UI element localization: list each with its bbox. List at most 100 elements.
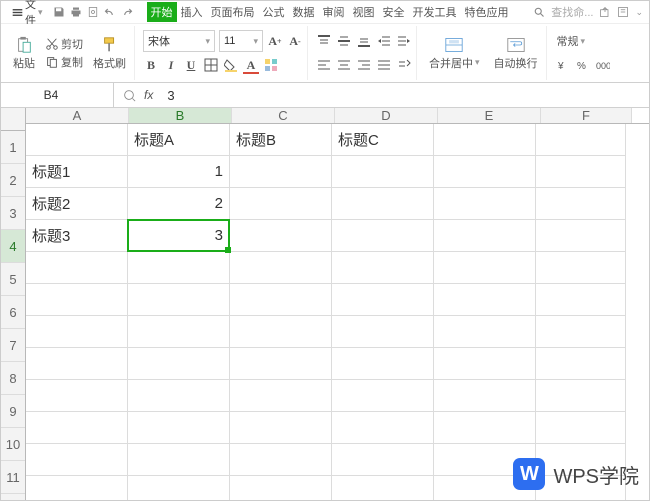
cut-button[interactable]: 剪切 bbox=[43, 36, 85, 52]
cell-D12[interactable] bbox=[332, 476, 434, 500]
bold-button[interactable]: B bbox=[143, 57, 159, 73]
cell-reference-input[interactable] bbox=[19, 87, 83, 103]
cell-B5[interactable] bbox=[128, 252, 230, 284]
cell-E6[interactable] bbox=[434, 284, 536, 316]
decrease-font-button[interactable]: A- bbox=[287, 33, 303, 49]
cell-C12[interactable] bbox=[230, 476, 332, 500]
cell-E5[interactable] bbox=[434, 252, 536, 284]
cell-B6[interactable] bbox=[128, 284, 230, 316]
font-size-select[interactable]: 11▾ bbox=[219, 30, 263, 52]
row-header-7[interactable]: 7 bbox=[1, 329, 25, 362]
cell-F9[interactable] bbox=[536, 380, 626, 412]
cell-E10[interactable] bbox=[434, 412, 536, 444]
chevron-down-icon[interactable]: ⌄ bbox=[635, 7, 643, 18]
cell-D9[interactable] bbox=[332, 380, 434, 412]
cell-D6[interactable] bbox=[332, 284, 434, 316]
tab-公式[interactable]: 公式 bbox=[259, 2, 289, 22]
row-header-3[interactable]: 3 bbox=[1, 197, 25, 230]
row-header-12[interactable]: 12 bbox=[1, 494, 25, 500]
cell-C1[interactable]: 标题B bbox=[230, 124, 332, 156]
cell-F1[interactable] bbox=[536, 124, 626, 156]
cell-A3[interactable]: 标题2 bbox=[26, 188, 128, 220]
underline-button[interactable]: U bbox=[183, 57, 199, 73]
cell-C10[interactable] bbox=[230, 412, 332, 444]
settings-icon[interactable] bbox=[617, 6, 629, 18]
tab-视图[interactable]: 视图 bbox=[349, 2, 379, 22]
cell-C8[interactable] bbox=[230, 348, 332, 380]
cell-A7[interactable] bbox=[26, 316, 128, 348]
tab-开发工具[interactable]: 开发工具 bbox=[409, 2, 461, 22]
row-header-9[interactable]: 9 bbox=[1, 395, 25, 428]
cell-E1[interactable] bbox=[434, 124, 536, 156]
italic-button[interactable]: I bbox=[163, 57, 179, 73]
column-header-A[interactable]: A bbox=[26, 108, 129, 123]
column-header-F[interactable]: F bbox=[541, 108, 632, 123]
cell-D1[interactable]: 标题C bbox=[332, 124, 434, 156]
tab-审阅[interactable]: 审阅 bbox=[319, 2, 349, 22]
font-color-button[interactable]: A bbox=[243, 57, 259, 73]
cell-A1[interactable] bbox=[26, 124, 128, 156]
cell-E4[interactable] bbox=[434, 220, 536, 252]
formula-value[interactable]: 3 bbox=[167, 88, 174, 103]
cell-A11[interactable] bbox=[26, 444, 128, 476]
cell-F5[interactable] bbox=[536, 252, 626, 284]
font-name-select[interactable]: 宋体▾ bbox=[143, 30, 215, 52]
copy-button[interactable]: 复制 bbox=[43, 54, 85, 70]
column-header-D[interactable]: D bbox=[335, 108, 438, 123]
row-header-6[interactable]: 6 bbox=[1, 296, 25, 329]
cell-B1[interactable]: 标题A bbox=[128, 124, 230, 156]
select-all-corner[interactable] bbox=[1, 108, 26, 131]
justify-button[interactable] bbox=[376, 57, 392, 73]
align-bottom-button[interactable] bbox=[356, 33, 372, 49]
cell-F7[interactable] bbox=[536, 316, 626, 348]
cell-B7[interactable] bbox=[128, 316, 230, 348]
search-placeholder[interactable]: 查找命... bbox=[551, 4, 593, 20]
cell-F4[interactable] bbox=[536, 220, 626, 252]
cell-B4[interactable]: 3 bbox=[128, 220, 230, 252]
percent-button[interactable]: % bbox=[575, 57, 591, 73]
column-header-C[interactable]: C bbox=[232, 108, 335, 123]
tab-页面布局[interactable]: 页面布局 bbox=[207, 2, 259, 22]
paste-button[interactable]: 粘贴 bbox=[9, 34, 39, 73]
cell-E2[interactable] bbox=[434, 156, 536, 188]
cell-D11[interactable] bbox=[332, 444, 434, 476]
cell-C2[interactable] bbox=[230, 156, 332, 188]
cell-C6[interactable] bbox=[230, 284, 332, 316]
align-top-button[interactable] bbox=[316, 33, 332, 49]
row-header-8[interactable]: 8 bbox=[1, 362, 25, 395]
align-middle-button[interactable] bbox=[336, 33, 352, 49]
cell-F10[interactable] bbox=[536, 412, 626, 444]
cell-C4[interactable] bbox=[230, 220, 332, 252]
cell-styles-button[interactable] bbox=[263, 57, 279, 73]
cell-B8[interactable] bbox=[128, 348, 230, 380]
column-header-B[interactable]: B bbox=[129, 108, 232, 123]
cell-A4[interactable]: 标题3 bbox=[26, 220, 128, 252]
cell-B2[interactable]: 1 bbox=[128, 156, 230, 188]
share-icon[interactable] bbox=[599, 6, 611, 18]
cell-A6[interactable] bbox=[26, 284, 128, 316]
format-painter-button[interactable]: 格式刷 bbox=[89, 34, 130, 73]
fx-label[interactable]: fx bbox=[144, 88, 153, 102]
cell-B10[interactable] bbox=[128, 412, 230, 444]
redo-icon[interactable] bbox=[121, 6, 133, 18]
merge-center-button[interactable]: 合并居中▾ bbox=[425, 34, 484, 73]
cell-C9[interactable] bbox=[230, 380, 332, 412]
cell-F2[interactable] bbox=[536, 156, 626, 188]
align-center-button[interactable] bbox=[336, 57, 352, 73]
border-button[interactable] bbox=[203, 57, 219, 73]
row-header-5[interactable]: 5 bbox=[1, 263, 25, 296]
cell-B9[interactable] bbox=[128, 380, 230, 412]
cell-C5[interactable] bbox=[230, 252, 332, 284]
cell-A2[interactable]: 标题1 bbox=[26, 156, 128, 188]
cell-E3[interactable] bbox=[434, 188, 536, 220]
tab-开始[interactable]: 开始 bbox=[147, 2, 177, 22]
cell-A12[interactable] bbox=[26, 476, 128, 500]
cell-E9[interactable] bbox=[434, 380, 536, 412]
search-icon[interactable] bbox=[533, 6, 545, 18]
cell-D8[interactable] bbox=[332, 348, 434, 380]
orientation-button[interactable] bbox=[396, 57, 412, 73]
cell-B12[interactable] bbox=[128, 476, 230, 500]
print-icon[interactable] bbox=[70, 6, 82, 18]
cell-A9[interactable] bbox=[26, 380, 128, 412]
tab-插入[interactable]: 插入 bbox=[177, 2, 207, 22]
